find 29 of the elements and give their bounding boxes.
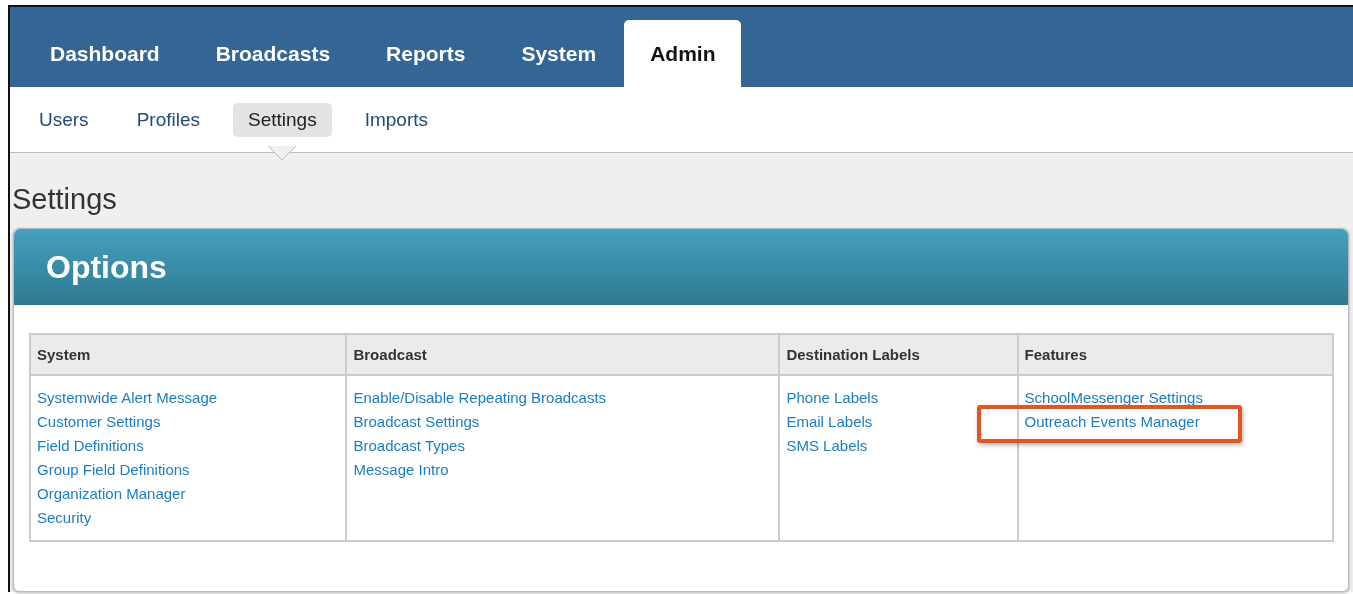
nav-tab[interactable]: System <box>493 20 625 87</box>
settings-link[interactable]: Outreach Events Manager <box>1024 410 1200 434</box>
column-header: System <box>30 334 347 375</box>
nav-tab[interactable]: Admin <box>624 20 742 87</box>
settings-link[interactable]: Phone Labels <box>786 386 879 410</box>
nav-tab[interactable]: Broadcasts <box>187 20 359 87</box>
page-title: Settings <box>12 183 118 216</box>
column-header: Destination Labels <box>779 334 1018 375</box>
nav-tab[interactable]: Dashboard <box>22 20 188 87</box>
sub-tab[interactable]: Users <box>24 102 104 137</box>
panel-title: Options <box>14 229 1348 305</box>
settings-link[interactable]: Field Definitions <box>37 434 144 458</box>
column-header: Features <box>1017 334 1333 375</box>
settings-link[interactable]: Organization Manager <box>37 482 186 506</box>
settings-link[interactable]: Enable/Disable Repeating Broadcasts <box>353 386 607 410</box>
settings-link[interactable]: Email Labels <box>786 410 873 434</box>
settings-link[interactable]: Message Intro <box>353 458 449 482</box>
sub-tab[interactable]: Profiles <box>121 102 215 137</box>
sub-tab[interactable]: Imports <box>349 102 443 137</box>
settings-link[interactable]: Security <box>37 506 92 530</box>
settings-link[interactable]: Systemwide Alert Message <box>37 386 218 410</box>
nav-tab[interactable]: Reports <box>358 20 494 87</box>
settings-link[interactable]: SMS Labels <box>786 434 868 458</box>
column-header: Broadcast <box>346 334 780 375</box>
settings-link[interactable]: Broadcast Types <box>353 434 465 458</box>
settings-link[interactable]: SchoolMessenger Settings <box>1024 386 1203 410</box>
settings-link[interactable]: Group Field Definitions <box>37 458 190 482</box>
settings-link[interactable]: Customer Settings <box>37 410 161 434</box>
settings-link[interactable]: Broadcast Settings <box>353 410 480 434</box>
